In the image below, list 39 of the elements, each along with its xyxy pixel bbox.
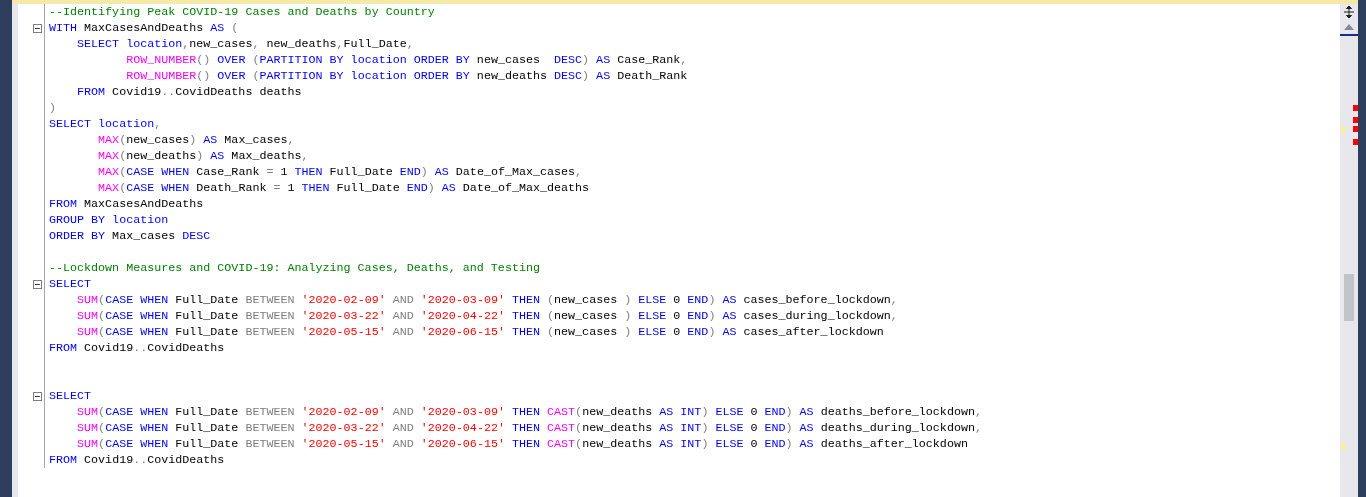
- code-line: ROW_NUMBER() OVER (PARTITION BY location ORDER BY new_cases DESC) AS Case_Rank,: [125, 52, 688, 68]
- split-icon[interactable]: [1343, 5, 1355, 19]
- code-line: ROW_NUMBER() OVER (PARTITION BY location ORDER BY new_deaths DESC) AS Death_Rank: [125, 68, 688, 84]
- code-line: SELECT location,: [48, 116, 162, 132]
- error-marker: [1353, 117, 1358, 123]
- code-line: ): [48, 100, 56, 116]
- code-line: SELECT: [48, 388, 92, 404]
- code-line: FROM Covid19..CovidDeaths: [48, 452, 225, 468]
- code-line: --Lockdown Measures and COVID-19: Analyzing Cases, Deaths, and Testing: [48, 260, 540, 276]
- code-line: FROM Covid19..CovidDeaths deaths: [76, 84, 302, 100]
- code-line: SUM(CASE WHEN Full_Date BETWEEN '2020-03-22' AND '2020-04-22' THEN (new_cases ) ELSE 0 END) AS cases_during_lockdown,: [76, 308, 898, 324]
- code-line: FROM Covid19..CovidDeaths: [48, 340, 225, 356]
- code-line: MAX(new_cases) AS Max_cases,: [97, 132, 295, 148]
- code-line: MAX(CASE WHEN Case_Rank = 1 THEN Full_Date END) AS Date_of_Max_cases,: [97, 164, 583, 180]
- collapse-icon[interactable]: [33, 279, 42, 289]
- code-line: SUM(CASE WHEN Full_Date BETWEEN '2020-05-15' AND '2020-06-15' THEN CAST(new_deaths AS INT) ELSE 0 END) AS deaths_after_lockdown: [76, 436, 968, 452]
- code-line: MAX(new_deaths) AS Max_deaths,: [97, 148, 309, 164]
- code-line: SUM(CASE WHEN Full_Date BETWEEN '2020-02-09' AND '2020-03-09' THEN (new_cases ) ELSE 0 END) AS cases_before_lockdown,: [76, 292, 898, 308]
- code-line: SUM(CASE WHEN Full_Date BETWEEN '2020-02-09' AND '2020-03-09' THEN CAST(new_deaths AS INT) ELSE 0 END) AS deaths_before_lockdown,: [76, 404, 982, 420]
- code-line: ORDER BY Max_cases DESC: [48, 228, 211, 244]
- code-line: MAX(CASE WHEN Death_Rank = 1 THEN Full_Date END) AS Date_of_Max_deaths: [97, 180, 590, 196]
- scroll-up-icon[interactable]: [1344, 24, 1354, 30]
- error-marker: [1353, 105, 1358, 111]
- collapse-icon[interactable]: [33, 23, 42, 33]
- collapse-icon[interactable]: [33, 391, 42, 401]
- vertical-scrollbar[interactable]: [1340, 4, 1358, 497]
- code-line: --Identifying Peak COVID-19 Cases and Deaths by Country: [48, 4, 435, 20]
- code-line: SUM(CASE WHEN Full_Date BETWEEN '2020-05-15' AND '2020-06-15' THEN (new_cases ) ELSE 0 END) AS cases_after_lockdown: [76, 324, 884, 340]
- code-line: WITH MaxCasesAndDeaths AS (: [48, 20, 239, 36]
- error-marker: [1353, 126, 1358, 132]
- code-line: SELECT: [48, 276, 92, 292]
- warning-marker: [1342, 443, 1345, 450]
- code-line: SUM(CASE WHEN Full_Date BETWEEN '2020-03-22' AND '2020-04-22' THEN CAST(new_deaths AS INT) ELSE 0 END) AS deaths_during_lockdown,: [76, 420, 982, 436]
- code-line: SELECT location,new_cases, new_deaths,Full_Date,: [76, 36, 414, 52]
- code-line: FROM MaxCasesAndDeaths: [48, 196, 204, 212]
- error-marker: [1353, 139, 1358, 145]
- code-line: GROUP BY location: [48, 212, 169, 228]
- scroll-thumb[interactable]: [1344, 274, 1354, 321]
- warning-marker: [1342, 126, 1345, 133]
